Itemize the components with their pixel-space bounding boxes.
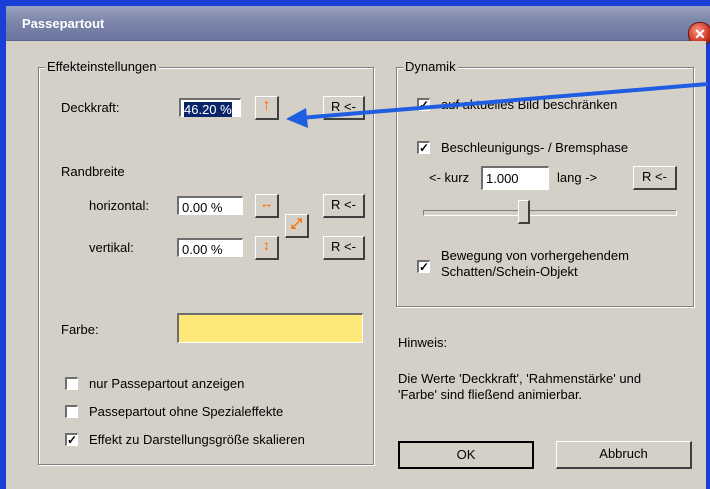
opacity-label: Deckkraft: — [61, 100, 120, 115]
accel-checkbox[interactable]: ✓ — [417, 141, 430, 154]
effects-group: Effekteinstellungen Deckkraft: 46.20 % ↑… — [38, 59, 374, 465]
hint-text: Die Werte 'Deckkraft', 'Rahmenstärke' un… — [398, 371, 642, 402]
dynamics-legend: Dynamik — [403, 59, 458, 74]
motion-label: Bewegung von vorhergehendem Schatten/Sch… — [441, 248, 629, 279]
color-label: Farbe: — [61, 322, 99, 337]
arrow-left-right-icon: ↔ — [259, 195, 274, 211]
dialog-body: Effekteinstellungen Deckkraft: 46.20 % ↑… — [6, 41, 706, 489]
limit-current-checkbox[interactable]: ✓ — [417, 98, 430, 111]
horizontal-arrow-button[interactable]: ↔ — [255, 194, 279, 218]
vertical-reset-button[interactable]: R <- — [323, 236, 365, 260]
color-swatch[interactable] — [177, 313, 363, 343]
long-label: lang -> — [557, 170, 598, 185]
horizontal-label: horizontal: — [89, 198, 149, 213]
arrow-diagonal-icon: ⤢ — [290, 215, 303, 231]
window-title: Passepartout — [22, 16, 105, 31]
option-checkbox-1[interactable] — [65, 405, 78, 418]
slider-thumb[interactable] — [517, 200, 530, 224]
diagonal-arrow-button[interactable]: ⤢ — [285, 214, 309, 238]
accel-reset-button[interactable]: R <- — [633, 166, 677, 190]
dialog-window: Passepartout ✕ Effekteinstellungen Deckk… — [0, 0, 710, 489]
checkmark-icon: ✓ — [419, 141, 430, 155]
title-bar[interactable]: Passepartout ✕ — [6, 6, 710, 46]
motion-checkbox[interactable]: ✓ — [417, 260, 430, 273]
opacity-value: 46.20 % — [184, 102, 232, 117]
option-checkbox-2[interactable]: ✓ — [65, 433, 78, 446]
cancel-button[interactable]: Abbruch — [556, 441, 692, 469]
limit-current-label: auf aktuelles Bild beschränken — [441, 97, 618, 112]
accel-label: Beschleunigungs- / Bremsphase — [441, 140, 629, 155]
vertical-input[interactable]: 0.00 % — [177, 238, 243, 257]
checkmark-icon: ✓ — [67, 433, 78, 447]
vertical-label: vertikal: — [89, 240, 134, 255]
effects-legend: Effekteinstellungen — [45, 59, 159, 74]
option-label-0: nur Passepartout anzeigen — [89, 376, 245, 391]
dynamics-group: Dynamik ✓ auf aktuelles Bild beschränken… — [396, 59, 694, 307]
horizontal-reset-button[interactable]: R <- — [323, 194, 365, 218]
border-width-label: Randbreite — [61, 164, 125, 179]
hint-title: Hinweis: — [398, 335, 448, 350]
slider-track[interactable] — [423, 210, 677, 216]
short-label: <- kurz — [429, 170, 470, 185]
option-checkbox-0[interactable] — [65, 377, 78, 390]
option-label-1: Passepartout ohne Spezialeffekte — [89, 404, 284, 419]
option-label-2: Effekt zu Darstellungsgröße skalieren — [89, 432, 305, 447]
arrow-up-icon: ↑ — [262, 97, 271, 114]
vertical-arrow-button[interactable]: ↕ — [255, 236, 279, 260]
opacity-reset-button[interactable]: R <- — [323, 96, 365, 120]
checkmark-icon: ✓ — [419, 260, 430, 274]
horizontal-input[interactable]: 0.00 % — [177, 196, 243, 215]
opacity-arrow-button[interactable]: ↑ — [255, 96, 279, 120]
checkmark-icon: ✓ — [419, 98, 430, 112]
opacity-input[interactable]: 46.20 % — [179, 98, 241, 117]
ok-button[interactable]: OK — [398, 441, 534, 469]
accel-input[interactable]: 1.000 — [481, 166, 549, 190]
arrow-up-down-icon: ↕ — [263, 237, 270, 253]
